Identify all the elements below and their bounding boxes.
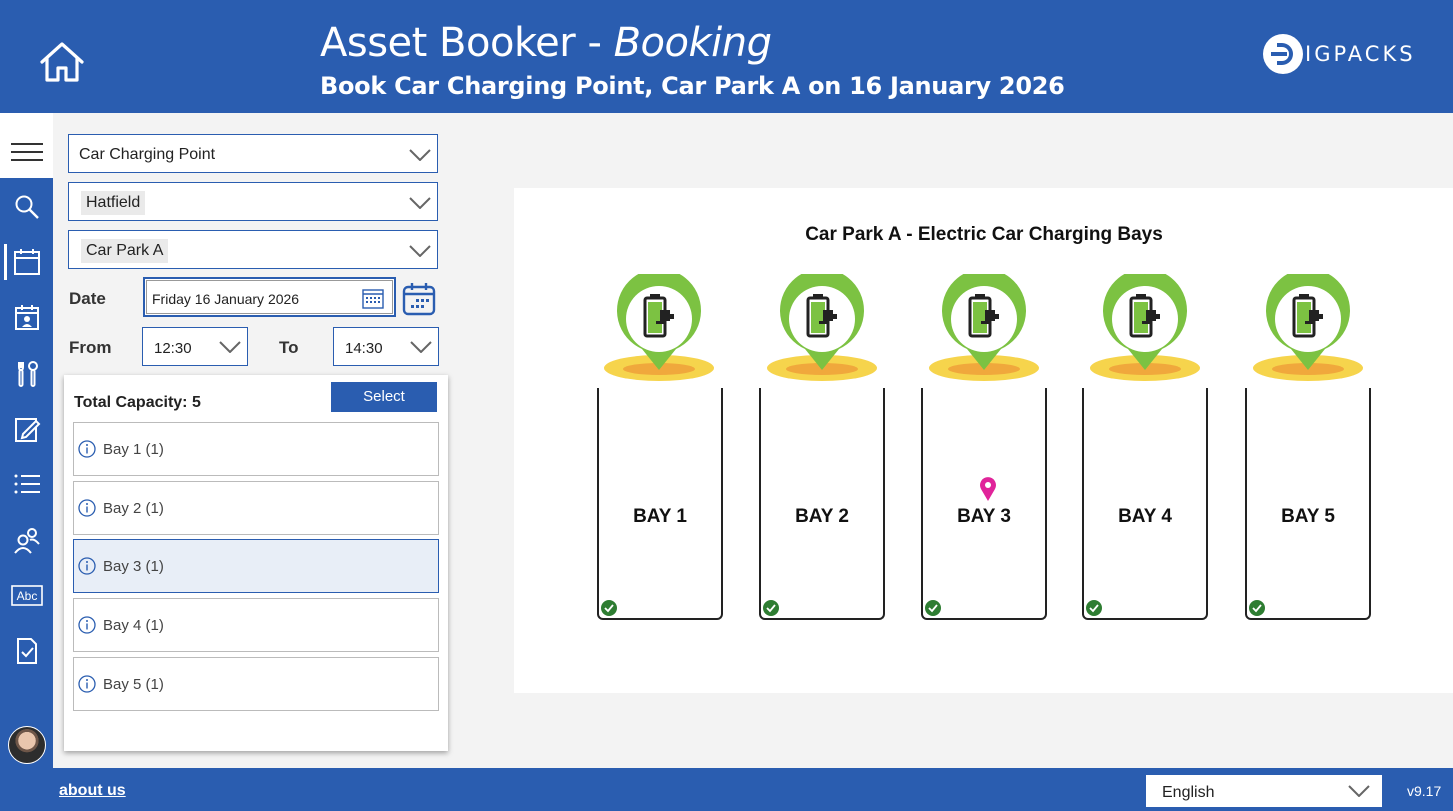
calendar-icon[interactable]: [0, 242, 53, 282]
avatar[interactable]: [8, 726, 46, 764]
users-icon[interactable]: [0, 520, 53, 560]
asset-type-dropdown[interactable]: Car Charging Point: [68, 134, 438, 173]
total-capacity-label: Total Capacity: 5: [74, 394, 201, 411]
svg-text:Abc: Abc: [16, 589, 37, 603]
bay-list-label: Bay 3 (1): [103, 558, 164, 575]
list-icon[interactable]: [0, 464, 53, 504]
available-check-icon: [925, 600, 941, 616]
bay-slot-2[interactable]: BAY 2: [759, 388, 885, 620]
site-value: Hatfield: [81, 191, 146, 215]
available-check-icon: [601, 600, 617, 616]
bay-list-label: Bay 2 (1): [103, 500, 164, 517]
version-label: v9.17: [1407, 783, 1442, 799]
charging-pin-icon: [1251, 268, 1365, 384]
to-time-dropdown[interactable]: 14:30: [333, 327, 439, 366]
from-time-dropdown[interactable]: 12:30: [142, 327, 248, 366]
chevron-down-icon: [409, 197, 431, 209]
list-item[interactable]: Bay 2 (1): [73, 481, 439, 535]
language-dropdown[interactable]: English: [1146, 775, 1382, 807]
to-time-value: 14:30: [345, 340, 383, 357]
charging-pin-icon: [1088, 268, 1202, 384]
to-label: To: [279, 338, 299, 357]
select-button[interactable]: Select: [331, 382, 437, 412]
about-us-link[interactable]: about us: [59, 782, 126, 800]
location-dropdown[interactable]: Car Park A: [68, 230, 438, 269]
bay-label: BAY 2: [795, 506, 849, 527]
charging-pin-icon: [602, 268, 716, 384]
available-check-icon: [1249, 600, 1265, 616]
charging-pin-icon: [765, 268, 879, 384]
logo-mark: [1263, 34, 1303, 74]
bay-list-card: Total Capacity: 5 Select Bay 1 (1) Bay 2…: [64, 375, 448, 751]
available-check-icon: [763, 600, 779, 616]
date-value: Friday 16 January 2026: [152, 291, 300, 307]
info-icon[interactable]: [78, 557, 96, 575]
list-item[interactable]: Bay 1 (1): [73, 422, 439, 476]
info-icon[interactable]: [78, 499, 96, 517]
search-icon[interactable]: [0, 187, 53, 227]
tools-icon[interactable]: [0, 354, 53, 394]
chevron-down-icon: [410, 341, 432, 353]
info-icon[interactable]: [78, 675, 96, 693]
bay-slot-1[interactable]: BAY 1: [597, 388, 723, 620]
bay-map-canvas: Car Park A - Electric Car Charging Bays …: [514, 188, 1453, 693]
date-label: Date: [69, 289, 106, 308]
chevron-down-icon: [1348, 785, 1370, 797]
bay-label: BAY 3: [957, 506, 1011, 527]
abc-icon[interactable]: Abc: [0, 575, 53, 615]
calendar-picker-icon[interactable]: [362, 287, 384, 309]
selected-location-icon: [979, 476, 997, 502]
app-title: Asset Booker - Booking: [320, 20, 772, 66]
bay-list-label: Bay 1 (1): [103, 441, 164, 458]
calendar-today-icon[interactable]: [402, 282, 436, 316]
page-subtitle: Book Car Charging Point, Car Park A on 1…: [320, 72, 1065, 100]
asset-type-value: Car Charging Point: [79, 146, 216, 163]
list-item[interactable]: Bay 4 (1): [73, 598, 439, 652]
from-label: From: [69, 338, 112, 357]
language-value: English: [1162, 784, 1215, 801]
chevron-down-icon: [409, 245, 431, 257]
bay-slot-5[interactable]: BAY 5: [1245, 388, 1371, 620]
chevron-down-icon: [219, 341, 241, 353]
site-dropdown[interactable]: Hatfield: [68, 182, 438, 221]
menu-icon[interactable]: [0, 113, 53, 178]
calendar-person-icon[interactable]: [0, 298, 53, 338]
bay-list-label: Bay 4 (1): [103, 617, 164, 634]
bay-label: BAY 4: [1118, 506, 1172, 527]
location-value: Car Park A: [81, 239, 169, 263]
chevron-down-icon: [409, 149, 431, 161]
date-field[interactable]: Friday 16 January 2026: [143, 277, 396, 317]
charging-pin-icon: [927, 268, 1041, 384]
digpacks-logo: IGPACKS: [1263, 33, 1416, 75]
side-nav: Abc: [0, 113, 53, 768]
bay-label: BAY 5: [1281, 506, 1335, 527]
home-icon[interactable]: [38, 40, 86, 84]
bay-list-label: Bay 5 (1): [103, 676, 164, 693]
diagram-title: Car Park A - Electric Car Charging Bays: [805, 224, 1163, 245]
logo-text: IGPACKS: [1305, 42, 1416, 66]
bay-slot-3[interactable]: BAY 3: [921, 388, 1047, 620]
bay-slot-4[interactable]: BAY 4: [1082, 388, 1208, 620]
list-item[interactable]: Bay 5 (1): [73, 657, 439, 711]
app-footer: about us English v9.17: [0, 768, 1453, 811]
checklist-icon[interactable]: [0, 631, 53, 671]
bay-label: BAY 1: [633, 506, 687, 527]
list-item[interactable]: Bay 3 (1): [73, 539, 439, 593]
info-icon[interactable]: [78, 616, 96, 634]
from-time-value: 12:30: [154, 340, 192, 357]
edit-icon[interactable]: [0, 409, 53, 449]
available-check-icon: [1086, 600, 1102, 616]
app-header: Asset Booker - Booking Book Car Charging…: [0, 0, 1453, 113]
info-icon[interactable]: [78, 440, 96, 458]
